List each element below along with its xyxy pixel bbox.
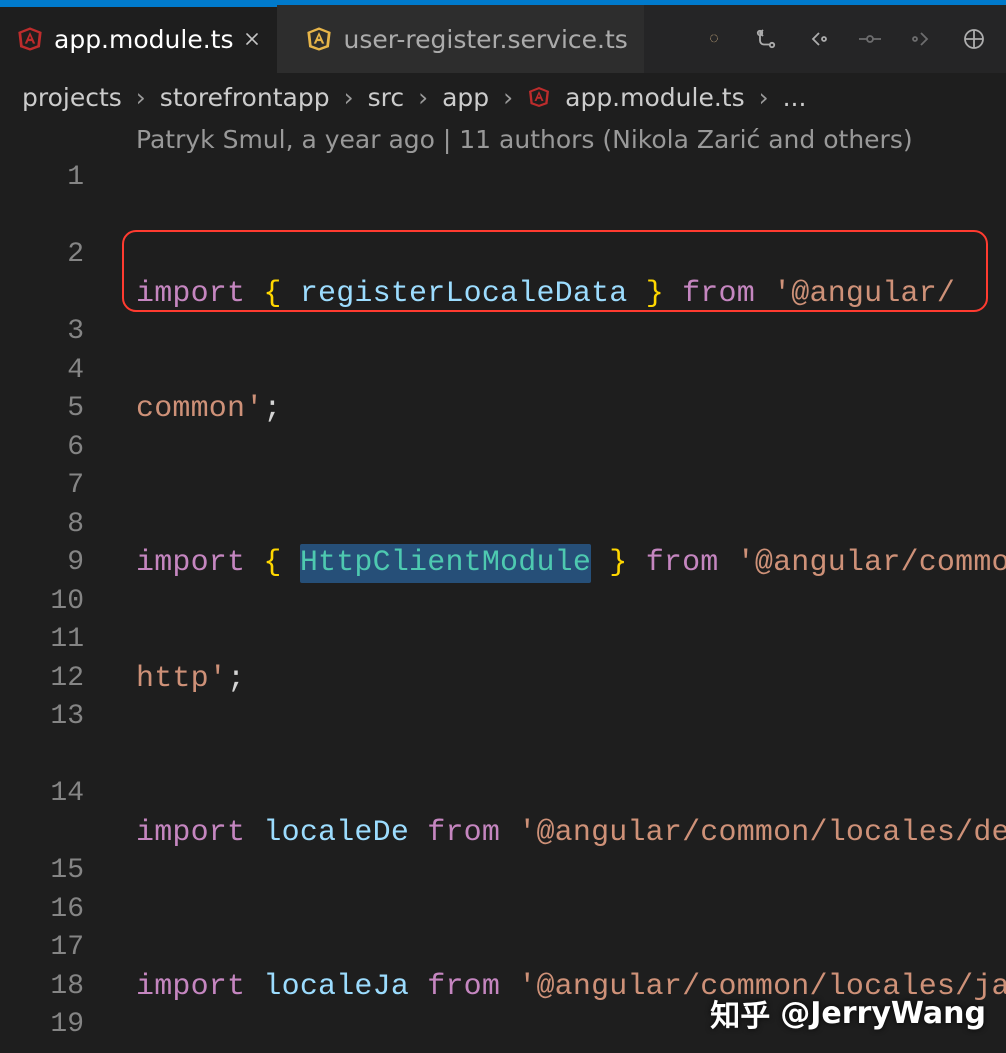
- code-content[interactable]: import { registerLocaleData } from '@ang…: [136, 159, 1006, 1053]
- close-icon[interactable]: [243, 30, 261, 48]
- gitlens-codelens[interactable]: Patryk Smul, a year ago | 11 authors (Ni…: [136, 121, 913, 160]
- chevron-right-icon: ›: [344, 83, 354, 112]
- line-number: 13: [0, 698, 100, 737]
- line-number: 7: [0, 467, 100, 506]
- angular-icon: [16, 25, 44, 53]
- line-number: 15: [0, 852, 100, 891]
- line-number: 10: [0, 583, 100, 622]
- watermark-prefix: 知乎: [710, 991, 770, 1035]
- line-number: 5: [0, 390, 100, 429]
- tab-actions: ◌: [682, 5, 1006, 73]
- tab-label: user-register.service.ts: [343, 25, 627, 54]
- line-number: 17: [0, 929, 100, 968]
- compare-changes-icon[interactable]: [752, 25, 780, 53]
- tab-label: app.module.ts: [54, 25, 233, 54]
- prev-change-icon[interactable]: [804, 25, 832, 53]
- line-number: 12: [0, 660, 100, 699]
- line-number: 14: [0, 775, 100, 814]
- watermark: 知乎 @JerryWang: [710, 991, 986, 1035]
- line-number: 16: [0, 891, 100, 930]
- commit-icon[interactable]: [856, 25, 884, 53]
- repo-icon[interactable]: [960, 25, 988, 53]
- chevron-right-icon: ›: [503, 83, 513, 112]
- chevron-right-icon: ›: [418, 83, 428, 112]
- angular-icon: [527, 85, 551, 109]
- line-number: 11: [0, 621, 100, 660]
- chevron-right-icon: ›: [759, 83, 769, 112]
- line-number: 8: [0, 506, 100, 545]
- editor-tabs: app.module.ts user-register.service.ts ◌: [0, 5, 1006, 73]
- spinner-icon: ◌: [700, 25, 728, 53]
- line-number-gutter: 1 2 3 4 5 6 7 8 9 10 11 12 13 14 15 16 1…: [0, 159, 100, 1045]
- crumb-more[interactable]: ...: [783, 83, 807, 112]
- crumb-app[interactable]: app: [442, 83, 489, 112]
- line-number: 2: [0, 236, 100, 275]
- tab-user-register-service[interactable]: user-register.service.ts: [277, 5, 643, 73]
- line-number: 4: [0, 352, 100, 391]
- line-number: 6: [0, 429, 100, 468]
- line-number: 3: [0, 313, 100, 352]
- breadcrumb[interactable]: projects › storefrontapp › src › app › a…: [0, 73, 1006, 121]
- next-change-icon[interactable]: [908, 25, 936, 53]
- line-number: 1: [0, 159, 100, 198]
- line-number: 9: [0, 544, 100, 583]
- crumb-storefrontapp[interactable]: storefrontapp: [160, 83, 330, 112]
- line-number: 19: [0, 1006, 100, 1045]
- crumb-src[interactable]: src: [368, 83, 405, 112]
- watermark-handle: @JerryWang: [780, 996, 986, 1031]
- crumb-file[interactable]: app.module.ts: [565, 83, 744, 112]
- crumb-projects[interactable]: projects: [22, 83, 122, 112]
- tab-app-module[interactable]: app.module.ts: [0, 5, 277, 73]
- chevron-right-icon: ›: [136, 83, 146, 112]
- angular-icon: [305, 25, 333, 53]
- line-number: 18: [0, 968, 100, 1007]
